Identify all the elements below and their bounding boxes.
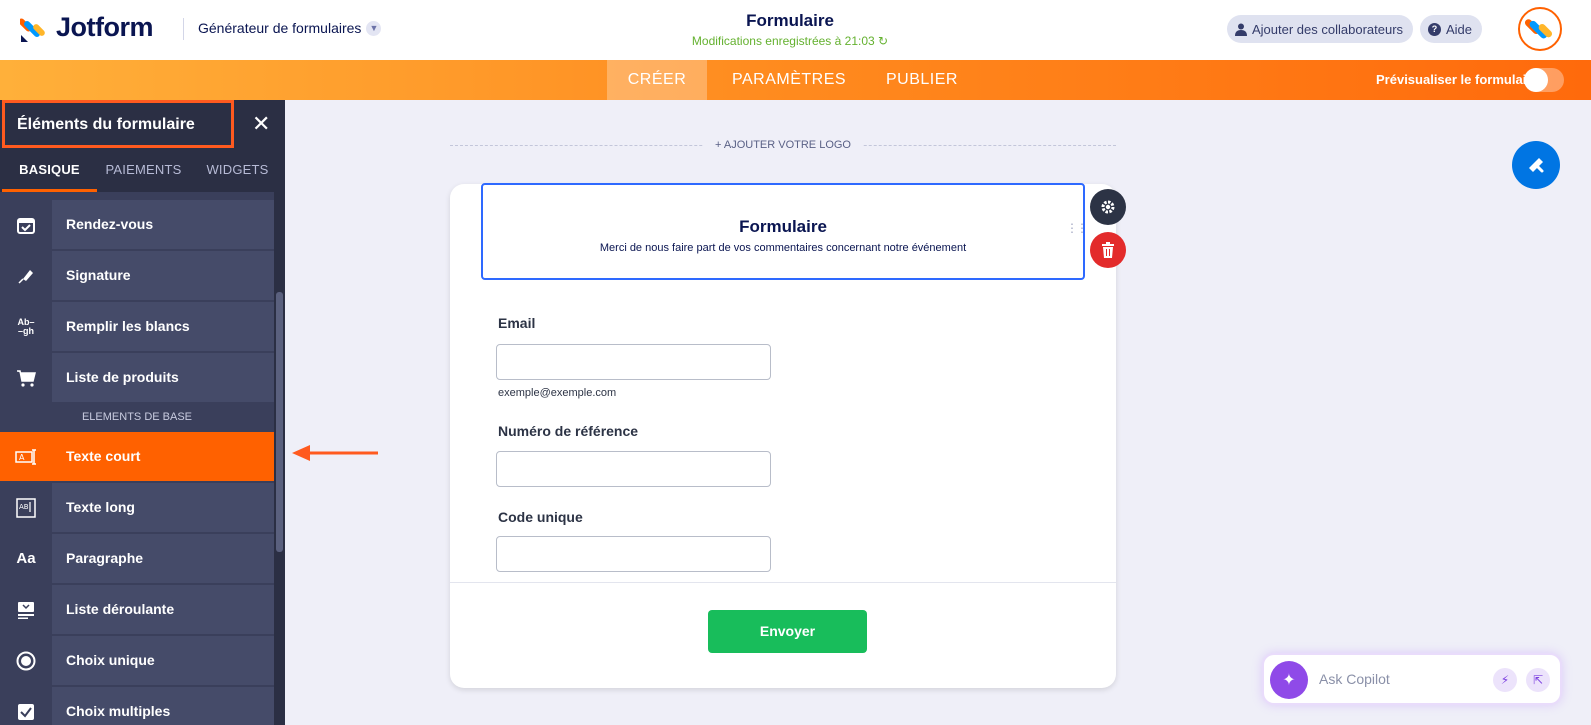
form-subheading[interactable]: Merci de nous faire part de vos commenta… [483, 242, 1083, 254]
tab-payments[interactable]: PAIEMENTS [96, 150, 191, 192]
panel-tabs: BASIQUE PAIEMENTS WIDGETS [0, 150, 285, 192]
paragraph-icon: Aa [0, 534, 52, 583]
header-divider [183, 18, 184, 40]
radio-icon [0, 636, 52, 685]
fill-blanks-icon: Ab– –gh [0, 302, 52, 351]
top-header: Jotform Générateur de formulaires ▼ Form… [0, 0, 1591, 60]
reference-number-label: Numéro de référence [498, 423, 639, 439]
cart-icon [0, 353, 52, 402]
element-label: Texte court [66, 448, 141, 464]
panel-scrollbar-thumb[interactable] [276, 292, 283, 552]
email-label: Email [498, 315, 536, 331]
form-heading[interactable]: Formulaire [483, 217, 1083, 237]
save-status-text: Modifications enregistrées à 21:03 [691, 34, 875, 48]
form-header-element[interactable]: Formulaire Merci de nous faire part de v… [481, 183, 1085, 280]
jotform-logo-icon [20, 17, 45, 42]
dropdown-icon [0, 585, 52, 634]
tab-publish[interactable]: PUBLIER [886, 60, 958, 100]
builder-dropdown[interactable]: Générateur de formulaires ▼ [198, 20, 382, 36]
lightning-icon[interactable]: ⚡ [1493, 668, 1517, 692]
preview-label: Prévisualiser le formulaire [1376, 72, 1539, 87]
element-label: Rendez-vous [66, 216, 154, 232]
tab-settings[interactable]: PARAMÈTRES [732, 60, 846, 100]
element-label: Texte long [66, 499, 135, 515]
expand-icon[interactable]: ⇱ [1526, 668, 1550, 692]
toggle-knob [1524, 68, 1548, 92]
builder-nav: CRÉER PARAMÈTRES PUBLIER Prévisualiser l… [0, 60, 1591, 100]
form-title-area: Formulaire Modifications enregistrées à … [640, 11, 940, 48]
element-short-text[interactable]: A Texte court [0, 432, 274, 482]
element-label: Choix multiples [66, 703, 171, 719]
user-icon [1235, 23, 1247, 36]
preview-toggle[interactable] [1524, 68, 1564, 92]
element-label: Choix unique [66, 652, 155, 668]
tab-widgets[interactable]: WIDGETS [190, 150, 285, 192]
panel-header: Éléments du formulaire ✕ [0, 100, 285, 150]
brand-name: Jotform [56, 12, 154, 42]
element-label: Signature [66, 267, 131, 283]
copilot-placeholder[interactable]: Ask Copilot [1319, 671, 1390, 687]
panel-title: Éléments du formulaire [2, 100, 234, 148]
copilot-bar[interactable]: ✦ Ask Copilot ⚡ ⇱ [1262, 653, 1562, 705]
tab-basic[interactable]: BASIQUE [2, 150, 97, 192]
unique-code-field[interactable] [496, 536, 771, 572]
help-label: Aide [1446, 21, 1473, 37]
help-button[interactable]: ? Aide [1420, 15, 1483, 43]
form-elements-panel: Éléments du formulaire ✕ BASIQUE PAIEMEN… [0, 100, 285, 725]
paint-roller-icon [1529, 158, 1544, 173]
svg-text:AB: AB [19, 503, 29, 511]
section-basic-elements: ELEMENTS DE BASE [0, 402, 274, 432]
unique-code-label: Code unique [498, 509, 583, 525]
element-label: Liste de produits [66, 369, 179, 385]
calendar-check-icon [0, 200, 52, 249]
jotform-logo[interactable]: Jotform [20, 12, 154, 43]
sparkle-icon: ✦ [1270, 661, 1308, 699]
tab-create[interactable]: CRÉER [607, 60, 707, 100]
add-logo-button[interactable]: + AJOUTER VOTRE LOGO [703, 139, 863, 151]
trash-icon[interactable] [1090, 232, 1126, 268]
close-icon[interactable]: ✕ [252, 112, 270, 136]
submit-button[interactable]: Envoyer [708, 610, 867, 653]
form-designer-button[interactable] [1512, 141, 1560, 189]
checkbox-icon [0, 687, 52, 725]
element-signature[interactable]: Signature [0, 251, 274, 301]
gear-icon[interactable] [1090, 189, 1126, 225]
element-label: Paragraphe [66, 550, 144, 566]
builder-label: Générateur de formulaires [198, 20, 362, 36]
annotation-arrow [292, 445, 378, 461]
add-collaborators-button[interactable]: Ajouter des collaborateurs [1227, 15, 1414, 43]
form-divider [450, 582, 1116, 583]
avatar-logo-icon [1524, 19, 1553, 39]
save-status: Modifications enregistrées à 21:03 ↻ [640, 34, 940, 48]
long-text-icon: AB [0, 483, 52, 532]
email-hint: exemple@exemple.com [498, 387, 617, 399]
avatar[interactable] [1518, 7, 1562, 51]
element-label: Liste déroulante [66, 601, 175, 617]
element-long-text[interactable]: AB Texte long [0, 483, 274, 533]
help-icon: ? [1428, 22, 1441, 36]
email-field[interactable] [496, 344, 771, 380]
short-text-icon: A [0, 432, 52, 481]
svg-text:A: A [19, 453, 25, 462]
element-multiple-choice[interactable]: Choix multiples [0, 687, 274, 725]
element-single-choice[interactable]: Choix unique [0, 636, 274, 686]
reference-number-field[interactable] [496, 451, 771, 487]
add-collaborators-label: Ajouter des collaborateurs [1252, 21, 1404, 37]
element-appointment[interactable]: Rendez-vous [0, 200, 274, 250]
refresh-icon: ↻ [878, 34, 889, 48]
element-paragraph[interactable]: Aa Paragraphe [0, 534, 274, 584]
form-title[interactable]: Formulaire [640, 11, 940, 31]
element-product-list[interactable]: Liste de produits [0, 353, 274, 403]
element-fill-blanks[interactable]: Ab– –gh Remplir les blancs [0, 302, 274, 352]
drag-handle-icon[interactable]: ⋮⋮ [1066, 222, 1088, 234]
element-label: Remplir les blancs [66, 318, 190, 334]
chevron-down-icon: ▼ [366, 20, 382, 36]
element-dropdown[interactable]: Liste déroulante [0, 585, 274, 635]
pen-signature-icon [0, 251, 52, 300]
